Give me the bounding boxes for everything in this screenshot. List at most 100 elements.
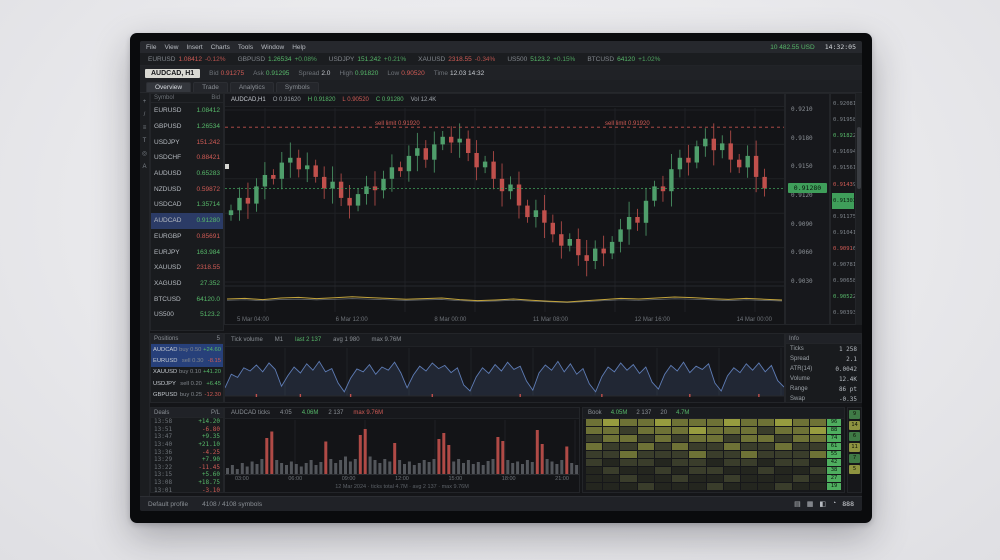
heatmap-row: 27 <box>586 475 841 482</box>
ticker-quote[interactable]: GBPUSD1.26534+0.08% <box>238 56 317 63</box>
deal-pnl: -3.10 <box>202 487 220 493</box>
menu-item[interactable]: Insert <box>186 44 202 51</box>
watchlist-row[interactable]: EURUSD1.08412 <box>151 103 223 119</box>
scrollbar-thumb[interactable] <box>857 127 861 189</box>
shape-tool-icon[interactable]: ◎ <box>142 151 147 157</box>
ticker-quote[interactable]: US5005123.2+0.15% <box>507 56 575 63</box>
heatmap-cell <box>620 451 636 458</box>
menu-item[interactable]: View <box>164 44 178 51</box>
ladder-price: 0.9065 <box>833 278 853 284</box>
status-icon[interactable]: ◔ <box>832 500 836 508</box>
heatmap-cell <box>638 459 654 466</box>
menu-item[interactable]: Tools <box>238 44 253 51</box>
tab-overview[interactable]: Overview <box>146 82 191 92</box>
watchlist-row[interactable]: GBPUSD1.26534 <box>151 119 223 135</box>
menu-item[interactable]: Help <box>292 44 305 51</box>
ladder-row[interactable]: 0.906583 <box>832 273 854 289</box>
watchlist-row[interactable]: EURGBP0.85691 <box>151 229 223 245</box>
ladder-row[interactable]: 0.916945 <box>832 144 854 160</box>
position-row[interactable]: USDJPYsell 0.20+6.45 <box>151 378 223 389</box>
position-row[interactable]: XAUUSDbuy 0.10+41.20 <box>151 367 223 378</box>
deal-row[interactable]: 13:40+21.10 <box>151 441 223 449</box>
watchlist-row[interactable]: US5005123.2 <box>151 307 223 323</box>
ladder-row[interactable]: 0.9052201 <box>832 289 854 305</box>
watchlist-row[interactable]: USDCAD1.35714 <box>151 197 223 213</box>
position-row[interactable]: EURUSDsell 0.30-8.15 <box>151 355 223 366</box>
annotate-icon[interactable]: A <box>142 164 146 170</box>
info-rows: Ticks1 258Spread2.1ATR(14)0.0042Volume12… <box>786 344 861 403</box>
watchlist-row[interactable]: XAUUSD2318.55 <box>151 260 223 276</box>
volume-panel[interactable]: AUDCAD ticks4:054.06M2 137max 9.76M 03:0… <box>224 407 580 493</box>
ladder-row[interactable]: 0.911757 <box>832 209 854 225</box>
volume-bar-chart[interactable] <box>225 418 579 476</box>
deal-row[interactable]: 13:01-3.10 <box>151 486 223 493</box>
status-icon[interactable]: ◧ <box>819 500 826 508</box>
watchlist-row[interactable]: USDJPY151.242 <box>151 134 223 150</box>
ladder-row[interactable]: 0.9104140 <box>832 225 854 241</box>
watchlist-row[interactable]: AUDUSD0.65283 <box>151 166 223 182</box>
ladder-row[interactable]: 0.909168 <box>832 241 854 257</box>
ladder-row[interactable]: 0.9182231 <box>832 128 854 144</box>
main-chart-panel[interactable]: AUDCAD,H1 O 0.91620 H 0.91820 L 0.90520 … <box>224 93 785 325</box>
field-label: Ask <box>253 70 264 77</box>
heatmap-cell <box>793 459 809 466</box>
tab-symbols[interactable]: Symbols <box>276 82 319 92</box>
deal-row[interactable]: 13:29+7.90 <box>151 456 223 464</box>
status-icon[interactable]: ▦ <box>807 500 814 508</box>
fibonacci-icon[interactable]: ≡ <box>143 125 147 131</box>
ladder-row[interactable]: 0.914392 <box>832 176 854 192</box>
tick-sparkline-chart[interactable] <box>225 346 784 398</box>
stat-row: Swap-0.35 <box>786 394 861 403</box>
stat-key: Spread <box>790 356 809 362</box>
deal-row[interactable]: 13:22-11.45 <box>151 464 223 472</box>
watchlist-header-bid: Bid <box>211 95 220 101</box>
deal-row[interactable]: 13:47+9.35 <box>151 433 223 441</box>
heatmap-cell <box>793 419 809 426</box>
heatmap-cell <box>586 419 602 426</box>
ladder-row[interactable]: 0.9156178 <box>832 160 854 176</box>
tab-trade[interactable]: Trade <box>193 82 228 92</box>
menu-item[interactable]: File <box>146 44 156 51</box>
status-icon[interactable]: ▤ <box>794 500 801 508</box>
menu-item[interactable]: Charts <box>211 44 230 51</box>
tab-analytics[interactable]: Analytics <box>230 82 274 92</box>
position-row[interactable]: AUDCADbuy 0.50+24.60 <box>151 344 223 355</box>
heatmap-cell <box>793 467 809 474</box>
ticker-quote[interactable]: XAUUSD2318.55-0.34% <box>418 56 495 63</box>
deal-row[interactable]: 13:36-4.25 <box>151 448 223 456</box>
watchlist-row[interactable]: USDCHF0.88421 <box>151 150 223 166</box>
ladder-row[interactable]: 0.903936 <box>832 305 854 321</box>
ladder-row[interactable]: 0.9130305 <box>832 193 854 209</box>
deal-row[interactable]: 13:51-6.80 <box>151 426 223 434</box>
ladder-row[interactable]: 0.919586 <box>832 112 854 128</box>
crosshair-icon[interactable]: + <box>143 99 147 105</box>
candlestick-chart[interactable]: sell limit 0.91920sell limit 0.91920 <box>225 106 784 314</box>
tick-volume-panel[interactable]: Tick volumeM1last 2 137avg 1 980max 9.76… <box>224 333 785 403</box>
text-tool-icon[interactable]: T <box>143 138 147 144</box>
watchlist-header: Symbol Bid <box>151 94 223 103</box>
ticker-quote[interactable]: BTCUSD64120+1.02% <box>587 56 660 63</box>
menu-item[interactable]: Window <box>261 44 284 51</box>
heatmap-cell <box>758 451 774 458</box>
ladder-row[interactable]: 0.9208124 <box>832 96 854 112</box>
watchlist-row[interactable]: EURJPY163.984 <box>151 244 223 260</box>
deal-row[interactable]: 13:08+18.75 <box>151 479 223 487</box>
watchlist-row[interactable]: XAGUSD27.352 <box>151 276 223 292</box>
watchlist-row[interactable]: AUDCAD0.91280 <box>151 213 223 229</box>
chart-symbol: AUDCAD,H1 <box>231 97 266 103</box>
price-axis[interactable]: 0.92100.91800.91500.91200.90900.90600.90… <box>785 93 830 325</box>
volume-axis-label: 06:00 <box>288 476 302 482</box>
trendline-icon[interactable]: / <box>144 112 146 118</box>
quote-change: +0.08% <box>295 56 317 63</box>
ticker-quote[interactable]: EURUSD1.08412-0.12% <box>148 56 226 63</box>
watchlist-row[interactable]: NZDUSD0.59872 <box>151 181 223 197</box>
deal-row[interactable]: 13:58+14.20 <box>151 418 223 426</box>
position-row[interactable]: GBPUSDbuy 0.25-12.30 <box>151 390 223 401</box>
ladder-price: 0.9091 <box>833 246 853 252</box>
active-symbol-chip[interactable]: AUDCAD, H1 <box>145 69 200 78</box>
ladder-row[interactable]: 0.9078119 <box>832 257 854 273</box>
ticker-quote[interactable]: USDJPY151.242+0.21% <box>329 56 406 63</box>
chart-scrollbar[interactable] <box>856 93 862 325</box>
deal-row[interactable]: 13:15+5.60 <box>151 471 223 479</box>
watchlist-row[interactable]: BTCUSD64120.0 <box>151 291 223 307</box>
